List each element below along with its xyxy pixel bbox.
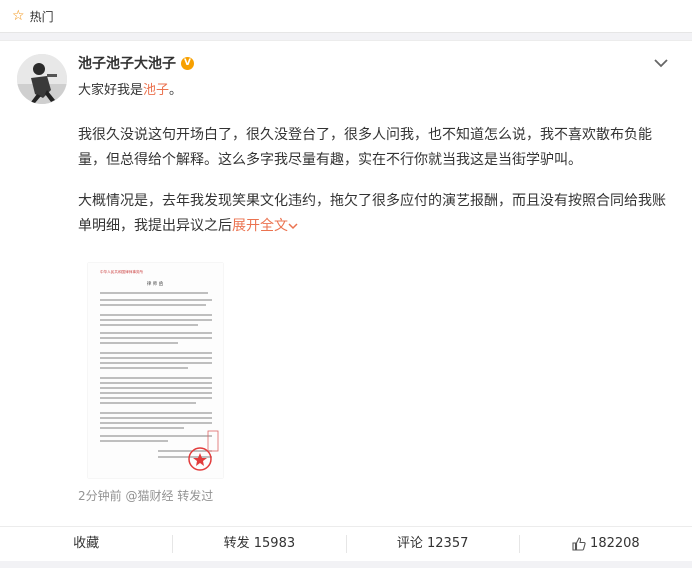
top-bar: ☆ 热门	[0, 0, 692, 33]
comment-button[interactable]: 评论 12357	[347, 535, 520, 553]
thumbs-up-icon[interactable]	[572, 537, 586, 551]
weibo-post-card: 池子池子大池子 V 大家好我是池子。 我很久没说这句开场白了，很久没登台了，很多…	[0, 40, 692, 527]
comment-label[interactable]: 评论	[397, 535, 423, 553]
repost-label[interactable]: 转发	[224, 535, 250, 553]
repost-button[interactable]: 转发 15983	[173, 535, 347, 553]
username-text[interactable]: 池子池子大池子	[78, 53, 176, 73]
post-paragraph-1: 我很久没说这句开场白了，很久没登台了，很多人问我，也不知道怎么说，我不喜欢散布负…	[78, 127, 652, 168]
expand-label[interactable]: 展开全文	[232, 218, 288, 234]
post-meta: 2分钟前 @猫财经 转发过	[78, 487, 213, 504]
collect-button[interactable]: 收藏	[0, 535, 174, 553]
greeting-suffix: 。	[169, 83, 183, 98]
comment-count[interactable]: 12357	[427, 535, 468, 553]
attached-document-image[interactable]: 中华人民共和国律师事务所 律 师 函	[88, 263, 223, 478]
topbar-title: 热门	[29, 9, 54, 24]
like-count[interactable]: 182208	[590, 535, 640, 553]
expand-full-text-link[interactable]: 展开全文	[232, 218, 298, 234]
greeting-line: 大家好我是池子。	[78, 79, 182, 98]
expand-chevron-icon[interactable]	[288, 221, 298, 231]
avatar[interactable]	[17, 54, 67, 104]
document-header: 中华人民共和国律师事务所	[100, 269, 144, 274]
action-bar: 收藏 转发 15983 评论 12357 182208	[0, 526, 692, 561]
greeting-prefix: 大家好我是	[78, 83, 144, 98]
document-title: 律 师 函	[147, 280, 164, 287]
post-source[interactable]: @猫财经 转发过	[125, 489, 213, 503]
verified-badge-icon: V	[181, 56, 194, 70]
post-paragraph-2: 大概情况是，去年我发现笑果文化违约，拖欠了很多应付的演艺报酬，而且没有按照合同给…	[78, 189, 678, 239]
post-body: 我很久没说这句开场白了，很久没登台了，很多人问我，也不知道怎么说，我不喜欢散布负…	[78, 123, 678, 255]
greeting-name: 池子	[143, 83, 170, 98]
collect-label[interactable]: 收藏	[73, 535, 99, 553]
repost-count[interactable]: 15983	[254, 535, 295, 553]
post-time[interactable]: 2分钟前	[78, 489, 122, 503]
chevron-down-icon[interactable]	[653, 55, 669, 71]
star-icon: ☆	[12, 8, 25, 24]
post-paragraph-2-text: 大概情况是，去年我发现笑果文化违约，拖欠了很多应付的演艺报酬，而且没有按照合同给…	[78, 193, 666, 234]
like-button[interactable]: 182208	[520, 535, 692, 553]
username[interactable]: 池子池子大池子 V	[78, 53, 194, 73]
